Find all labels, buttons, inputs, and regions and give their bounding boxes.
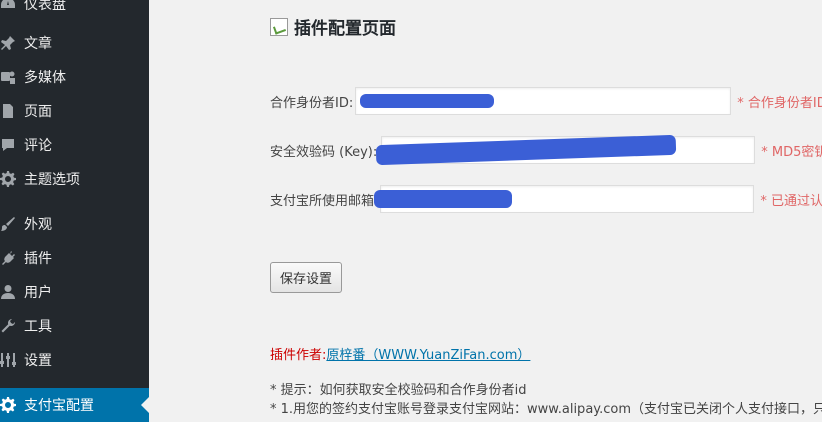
page-icon bbox=[0, 103, 16, 119]
sidebar-item-appearance[interactable]: 外观 bbox=[0, 207, 149, 241]
sidebar-item-pages[interactable]: 页面 bbox=[0, 94, 149, 128]
sidebar-item-label: 支付宝配置 bbox=[24, 398, 94, 414]
sidebar-item-label: 工具 bbox=[24, 319, 52, 335]
page-title-text: 插件配置页面 bbox=[294, 19, 396, 39]
email-row: 支付宝所使用邮箱: * 已通过认 bbox=[270, 185, 822, 213]
sidebar-item-media[interactable]: 多媒体 bbox=[0, 60, 149, 94]
author-label: 插件作者: bbox=[270, 348, 327, 363]
gear-icon bbox=[0, 397, 16, 413]
active-indicator bbox=[141, 397, 149, 413]
author-line: 插件作者:原梓番（WWW.YuanZiFan.com） bbox=[270, 344, 530, 363]
partner-id-label: 合作身份者ID: bbox=[270, 95, 354, 111]
settings-icon bbox=[0, 352, 16, 368]
key-hint: * MD5密钥 bbox=[761, 144, 822, 160]
redaction-mark bbox=[374, 190, 512, 208]
sidebar-item-label: 仪表盘 bbox=[24, 0, 66, 13]
sidebar-item-label: 插件 bbox=[24, 251, 52, 267]
dashboard-icon bbox=[0, 0, 16, 12]
sidebar-item-label: 页面 bbox=[24, 104, 52, 120]
image-icon bbox=[270, 17, 288, 36]
wrench-icon bbox=[0, 318, 16, 334]
partner-id-row: 合作身份者ID: * 合作身份者ID bbox=[270, 87, 822, 115]
partner-id-hint: * 合作身份者ID bbox=[737, 95, 822, 111]
tip-heading: * 提示：如何获取安全校验码和合作身份者id bbox=[270, 383, 527, 398]
tip-step-1: * 1.用您的签约支付宝账号登录支付宝网站：www.alipay.com（支付宝… bbox=[270, 402, 822, 417]
sidebar-item-alipay-config[interactable]: 支付宝配置 bbox=[0, 388, 149, 422]
sidebar-item-label: 文章 bbox=[24, 36, 52, 52]
user-icon bbox=[0, 284, 16, 300]
sidebar-item-plugins[interactable]: 插件 bbox=[0, 241, 149, 275]
pin-icon bbox=[0, 35, 16, 51]
sidebar-item-tools[interactable]: 工具 bbox=[0, 309, 149, 343]
author-link[interactable]: 原梓番（WWW.YuanZiFan.com） bbox=[326, 348, 530, 363]
sidebar-item-label: 外观 bbox=[24, 217, 52, 233]
redaction-mark bbox=[360, 94, 494, 108]
sidebar-item-users[interactable]: 用户 bbox=[0, 275, 149, 309]
save-settings-button[interactable]: 保存设置 bbox=[270, 262, 343, 293]
media-icon bbox=[0, 69, 16, 85]
page-title: 插件配置页面 bbox=[270, 14, 396, 39]
sidebar-item-settings[interactable]: 设置 bbox=[0, 343, 149, 377]
sidebar-item-label: 主题选项 bbox=[24, 172, 80, 188]
main-content: 插件配置页面 合作身份者ID: * 合作身份者ID 安全效验码 (Key): *… bbox=[149, 0, 822, 419]
admin-sidebar: 仪表盘 文章 多媒体 页面 评论 主题选项 外观 插件 用户 工具 设置 支付宝… bbox=[0, 0, 149, 422]
sidebar-item-label: 多媒体 bbox=[24, 70, 66, 86]
sidebar-item-theme-options[interactable]: 主题选项 bbox=[0, 162, 149, 196]
sidebar-item-label: 用户 bbox=[24, 285, 52, 301]
plugin-icon bbox=[0, 250, 16, 266]
sidebar-item-label: 评论 bbox=[24, 138, 52, 154]
email-hint: * 已通过认 bbox=[760, 193, 822, 209]
gear-icon bbox=[0, 171, 16, 187]
comment-icon bbox=[0, 137, 16, 153]
email-label: 支付宝所使用邮箱: bbox=[270, 193, 379, 209]
sidebar-item-posts[interactable]: 文章 bbox=[0, 26, 149, 60]
sidebar-item-label: 设置 bbox=[24, 353, 52, 369]
key-label: 安全效验码 (Key): bbox=[270, 144, 378, 160]
sidebar-item-dashboard[interactable]: 仪表盘 bbox=[0, 0, 149, 21]
sidebar-item-comments[interactable]: 评论 bbox=[0, 128, 149, 162]
brush-icon bbox=[0, 216, 16, 232]
